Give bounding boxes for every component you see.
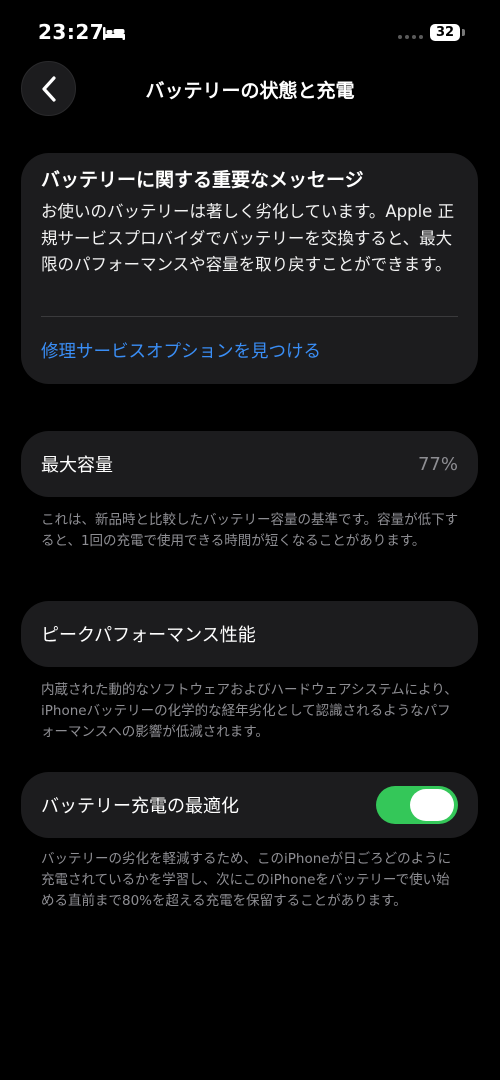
battery-tip <box>462 29 465 36</box>
repair-options-link[interactable]: 修理サービスオプションを見つける <box>41 338 321 363</box>
peak-performance-row: ピークパフォーマンス性能 <box>21 601 478 667</box>
optimized-charging-row: バッテリー充電の最適化 <box>21 772 478 838</box>
max-capacity-footnote: これは、新品時と比較したバッテリー容量の基準です。容量が低下すると、1回の充電で… <box>41 512 459 549</box>
optimized-charging-label: バッテリー充電の最適化 <box>41 796 239 817</box>
bed-icon <box>103 27 125 40</box>
status-bar: 23:27 32 <box>0 0 500 60</box>
peak-performance-footnote: 内蔵された動的なソフトウェアおよびハードウェアシステムにより、iPhoneバッテ… <box>41 682 458 740</box>
divider <box>41 316 458 317</box>
signal-icon <box>398 35 423 39</box>
optimized-charging-toggle[interactable] <box>376 786 458 824</box>
status-time: 23:27 <box>38 20 105 44</box>
battery-icon: 32 <box>430 24 460 41</box>
optimized-charging-footnote: バッテリーの劣化を軽減するため、このiPhoneが日ごろどのように充電されている… <box>41 851 452 909</box>
max-capacity-label: 最大容量 <box>41 455 113 476</box>
toggle-knob <box>410 789 454 821</box>
page-title: バッテリーの状態と充電 <box>145 80 355 102</box>
message-title: バッテリーに関する重要なメッセージ <box>41 169 364 191</box>
battery-level: 32 <box>435 25 455 40</box>
max-capacity-value: 77% <box>417 453 458 475</box>
message-body: お使いのバッテリーは著しく劣化しています。Apple 正規サービスプロバイダでバ… <box>41 202 455 274</box>
max-capacity-row: 最大容量 77% <box>21 431 478 497</box>
important-message-card: バッテリーに関する重要なメッセージ お使いのバッテリーは著しく劣化しています。A… <box>21 153 478 384</box>
peak-performance-label: ピークパフォーマンス性能 <box>41 625 256 646</box>
